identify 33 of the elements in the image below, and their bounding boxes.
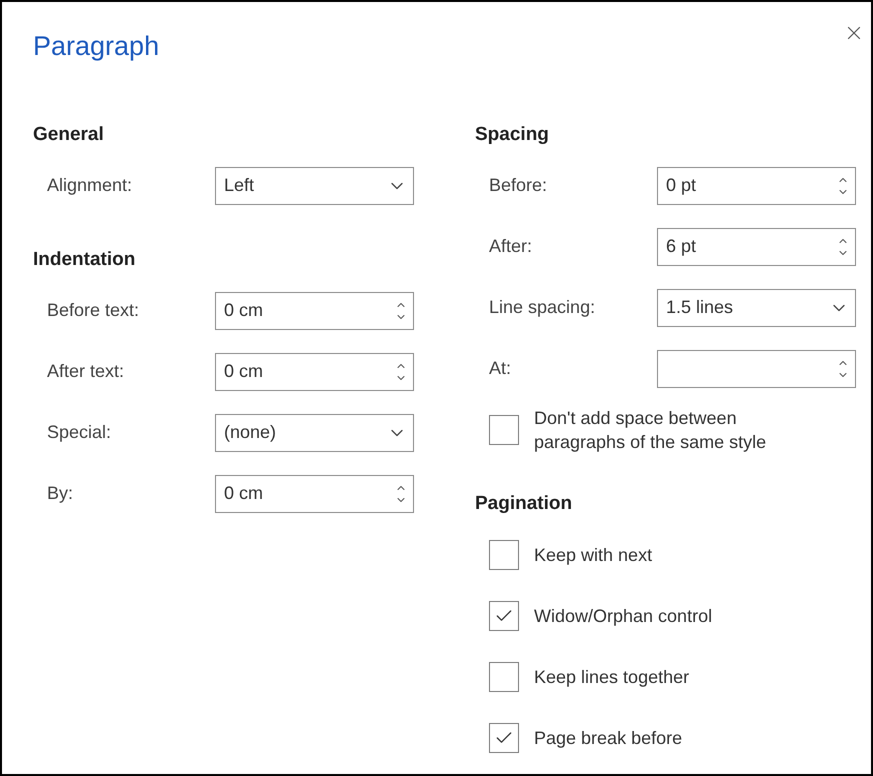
checkbox[interactable] (489, 540, 519, 570)
field-label: By: (46, 482, 74, 505)
field-label: Before text: (46, 299, 140, 322)
field-label: After: (488, 235, 534, 258)
dropdown[interactable]: 1.5 lines (657, 288, 856, 326)
checkbox[interactable] (489, 722, 519, 752)
field-label: Line spacing: (488, 296, 596, 319)
section-heading: Indentation (33, 248, 136, 272)
dropdown[interactable]: Left (215, 166, 414, 204)
field-label: Special: (46, 421, 112, 444)
section-heading: Pagination (475, 492, 574, 516)
field-label: After text: (46, 360, 126, 383)
field-label: At: (488, 357, 512, 380)
checkbox-label: Widow/Orphan control (534, 604, 712, 628)
checkbox-label: Keep with next (534, 544, 652, 566)
spin-field[interactable]: 0 cm (215, 474, 414, 512)
dropdown[interactable]: (none) (215, 414, 414, 452)
checkbox[interactable] (489, 662, 519, 692)
spin-field[interactable]: 6 pt (657, 228, 856, 266)
section-heading: General (33, 123, 105, 147)
checkbox-label: Keep lines together (534, 666, 690, 688)
dialog-title: Paragraph (33, 30, 160, 62)
spin-field[interactable]: 0 cm (215, 352, 414, 390)
spin-field[interactable]: 0 pt (657, 166, 856, 204)
checkbox-label: Don't add space between paragraphs of the same style (534, 406, 768, 454)
spin-field[interactable]: 0 cm (215, 292, 414, 330)
section-heading: Spacing (475, 123, 550, 147)
field-label: Before: (488, 174, 548, 197)
checkbox[interactable] (489, 414, 519, 444)
field-label: Alignment: (46, 174, 134, 197)
checkbox-label: Page break before (534, 726, 682, 750)
spin-field[interactable] (657, 350, 856, 388)
checkbox[interactable] (489, 600, 519, 630)
